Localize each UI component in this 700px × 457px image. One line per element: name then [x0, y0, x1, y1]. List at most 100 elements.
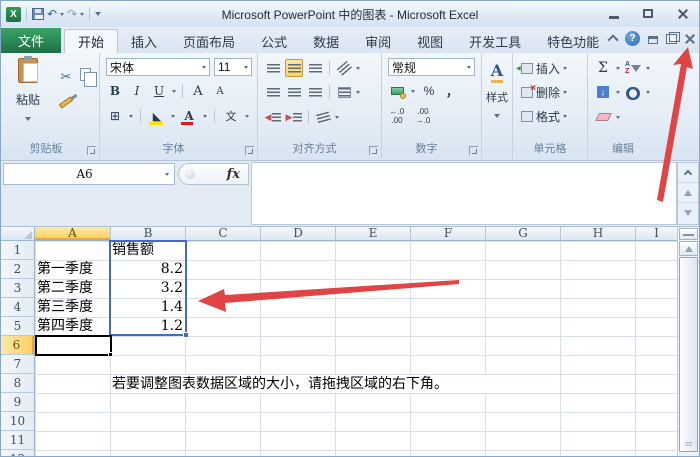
- select-all-corner[interactable]: [1, 227, 35, 241]
- accounting-format-button[interactable]: [388, 82, 406, 100]
- active-cell-A6[interactable]: [35, 335, 113, 357]
- cell-A4[interactable]: 第三季度: [37, 298, 109, 317]
- merge-center-button[interactable]: [335, 83, 353, 101]
- align-left-button[interactable]: [264, 83, 282, 101]
- row-header-2[interactable]: 2: [1, 260, 34, 279]
- phonetic-dropdown-icon[interactable]: [245, 114, 249, 118]
- clear-button[interactable]: [594, 108, 612, 126]
- copy-button[interactable]: [79, 65, 98, 87]
- styles-dropdown-icon[interactable]: [494, 114, 500, 118]
- styles-button[interactable]: A 样式: [482, 61, 512, 123]
- phonetic-guide-button[interactable]: 文: [222, 107, 240, 125]
- tab-insert[interactable]: 插入: [118, 29, 170, 53]
- collapse-formula-bar-button[interactable]: [678, 163, 698, 183]
- row-header-7[interactable]: 7: [1, 355, 34, 374]
- borders-button[interactable]: ⊞: [106, 107, 124, 125]
- row-header-10[interactable]: 10: [1, 412, 34, 431]
- clipboard-dialog-launcher-icon[interactable]: [87, 146, 96, 155]
- tab-file[interactable]: 文件: [1, 28, 62, 53]
- column-header-I[interactable]: I: [636, 227, 677, 240]
- row-header-6[interactable]: 6: [1, 336, 34, 355]
- help-icon[interactable]: ?: [625, 31, 640, 46]
- shrink-font-button[interactable]: A: [211, 82, 229, 100]
- autosum-button[interactable]: Σ: [594, 59, 612, 77]
- increase-decimal-button[interactable]: ←.0.00: [388, 107, 406, 125]
- row-header-4[interactable]: 4: [1, 298, 34, 317]
- align-bottom-button[interactable]: [306, 59, 324, 77]
- number-format-combobox[interactable]: 常规: [388, 58, 475, 76]
- underline-button[interactable]: U: [150, 82, 168, 100]
- row-header-11[interactable]: 11: [1, 431, 34, 450]
- row-header-8[interactable]: 8: [1, 374, 34, 393]
- wrap-text-dropdown-icon[interactable]: [335, 115, 339, 119]
- range-resize-handle[interactable]: [183, 332, 189, 338]
- bold-button[interactable]: B: [106, 82, 124, 100]
- align-top-button[interactable]: [264, 59, 282, 77]
- row-header-9[interactable]: 9: [1, 393, 34, 412]
- fill-dropdown-icon[interactable]: [616, 90, 620, 94]
- find-dropdown-icon[interactable]: [646, 90, 650, 94]
- vertical-scrollbar[interactable]: [677, 227, 699, 456]
- comma-style-button[interactable]: ，: [443, 82, 461, 100]
- cell-B8-note[interactable]: 若要调整图表数据区域的大小，请拖拽区域的右下角。: [112, 375, 544, 393]
- column-header-D[interactable]: D: [261, 227, 336, 240]
- font-name-combobox[interactable]: 宋体: [106, 58, 210, 76]
- underline-dropdown-icon[interactable]: [172, 89, 176, 93]
- column-header-F[interactable]: F: [411, 227, 486, 240]
- customize-qat-icon[interactable]: [95, 12, 102, 16]
- redo-icon[interactable]: ↷: [67, 8, 77, 20]
- percent-style-button[interactable]: %: [420, 82, 438, 100]
- sort-filter-dropdown-icon[interactable]: [646, 66, 650, 70]
- font-color-dropdown-icon[interactable]: [203, 114, 207, 118]
- wrap-text-button[interactable]: [314, 108, 332, 126]
- align-middle-button[interactable]: [285, 59, 303, 77]
- workbook-close-icon[interactable]: [685, 34, 695, 44]
- find-select-button[interactable]: [624, 83, 642, 101]
- close-button[interactable]: [669, 5, 695, 22]
- orientation-dropdown-icon[interactable]: [356, 66, 360, 70]
- scroll-up-button[interactable]: [679, 241, 698, 256]
- column-header-E[interactable]: E: [336, 227, 411, 240]
- minimize-button[interactable]: [601, 5, 627, 22]
- column-header-H[interactable]: H: [561, 227, 636, 240]
- tab-data[interactable]: 数据: [300, 29, 352, 53]
- orientation-button[interactable]: [335, 59, 353, 77]
- font-size-combobox[interactable]: 11: [214, 58, 252, 76]
- cut-button[interactable]: ✂: [57, 68, 75, 86]
- font-dialog-launcher-icon[interactable]: [245, 146, 254, 155]
- formula-scroll-down-button[interactable]: [678, 203, 698, 223]
- insert-function-button[interactable]: fx: [178, 163, 249, 185]
- formula-input[interactable]: [251, 162, 677, 225]
- insert-cells-button[interactable]: 插入: [516, 59, 568, 77]
- formula-scroll-up-button[interactable]: [678, 183, 698, 203]
- autosum-dropdown-icon[interactable]: [616, 66, 620, 70]
- tab-special-features[interactable]: 特色功能: [534, 29, 612, 53]
- borders-dropdown-icon[interactable]: [129, 114, 133, 118]
- fill-color-button[interactable]: ◣: [148, 107, 166, 125]
- redo-dropdown-icon[interactable]: [80, 12, 85, 16]
- delete-cells-button[interactable]: 删除: [521, 83, 568, 101]
- grow-font-button[interactable]: A: [189, 82, 207, 100]
- accounting-dropdown-icon[interactable]: [411, 89, 415, 93]
- maximize-button[interactable]: [635, 5, 661, 22]
- decrease-indent-button[interactable]: ◀: [264, 108, 282, 126]
- column-header-A[interactable]: A: [35, 227, 111, 240]
- workbook-restore-icon[interactable]: [666, 31, 680, 44]
- scrollbar-thumb[interactable]: [679, 257, 698, 452]
- format-painter-button[interactable]: [57, 94, 75, 112]
- fill-color-dropdown-icon[interactable]: [171, 114, 175, 118]
- cell-A2[interactable]: 第一季度: [37, 260, 109, 279]
- paste-dropdown-icon[interactable]: [25, 117, 31, 121]
- tab-developer[interactable]: 开发工具: [456, 29, 534, 53]
- clear-dropdown-icon[interactable]: [616, 115, 620, 119]
- name-box-dropdown-icon[interactable]: [165, 172, 169, 176]
- name-box[interactable]: A6: [3, 163, 175, 185]
- increase-indent-button[interactable]: ▶: [285, 108, 303, 126]
- fill-handle[interactable]: [108, 352, 113, 357]
- row-header-3[interactable]: 3: [1, 279, 34, 298]
- align-right-button[interactable]: [306, 83, 324, 101]
- cell-A3[interactable]: 第二季度: [37, 279, 109, 298]
- font-color-button[interactable]: A: [180, 107, 198, 125]
- chart-data-range-border[interactable]: [109, 240, 189, 338]
- column-header-G[interactable]: G: [486, 227, 561, 240]
